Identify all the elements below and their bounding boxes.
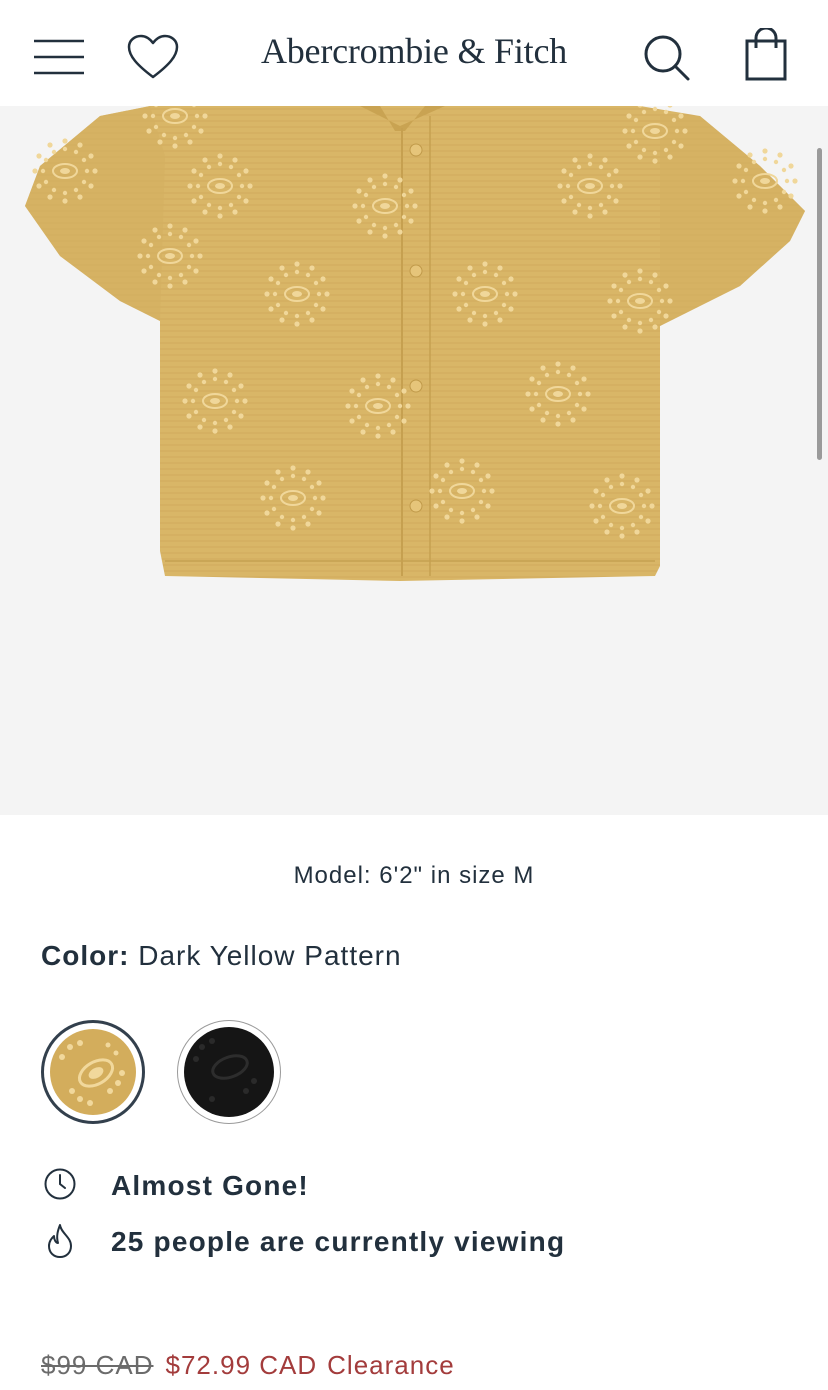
shirt-illustration (25, 106, 805, 581)
sale-price: $72.99 CAD (165, 1350, 318, 1380)
stock-status-text: Almost Gone! (111, 1170, 309, 1201)
color-selection: Color: Dark Yellow Pattern (41, 940, 402, 972)
flame-icon (48, 1224, 72, 1258)
top-nav: Abercrombie & Fitch (0, 0, 828, 106)
swatch-black-pattern[interactable] (177, 1020, 281, 1124)
shopping-bag-icon[interactable] (744, 28, 788, 82)
viewers-status-text: 25 people are currently viewing (111, 1226, 566, 1257)
search-icon[interactable] (642, 34, 692, 82)
brand-logo[interactable]: Abercrombie & Fitch (0, 30, 828, 72)
swatch-yellow-image (50, 1029, 136, 1115)
price: $99 CAD $72.99 CAD Clearance (41, 1350, 455, 1381)
scrollbar[interactable] (817, 148, 822, 460)
model-size-note: Model: 6'2" in size M (293, 862, 535, 889)
clearance-badge: Clearance (327, 1350, 455, 1380)
color-label: Color: (41, 940, 130, 971)
product-image[interactable] (0, 106, 828, 815)
clock-icon (44, 1168, 76, 1200)
swatch-black-image (184, 1027, 274, 1117)
color-value: Dark Yellow Pattern (138, 940, 402, 971)
original-price: $99 CAD (41, 1350, 154, 1380)
swatch-dark-yellow-pattern[interactable] (41, 1020, 145, 1124)
